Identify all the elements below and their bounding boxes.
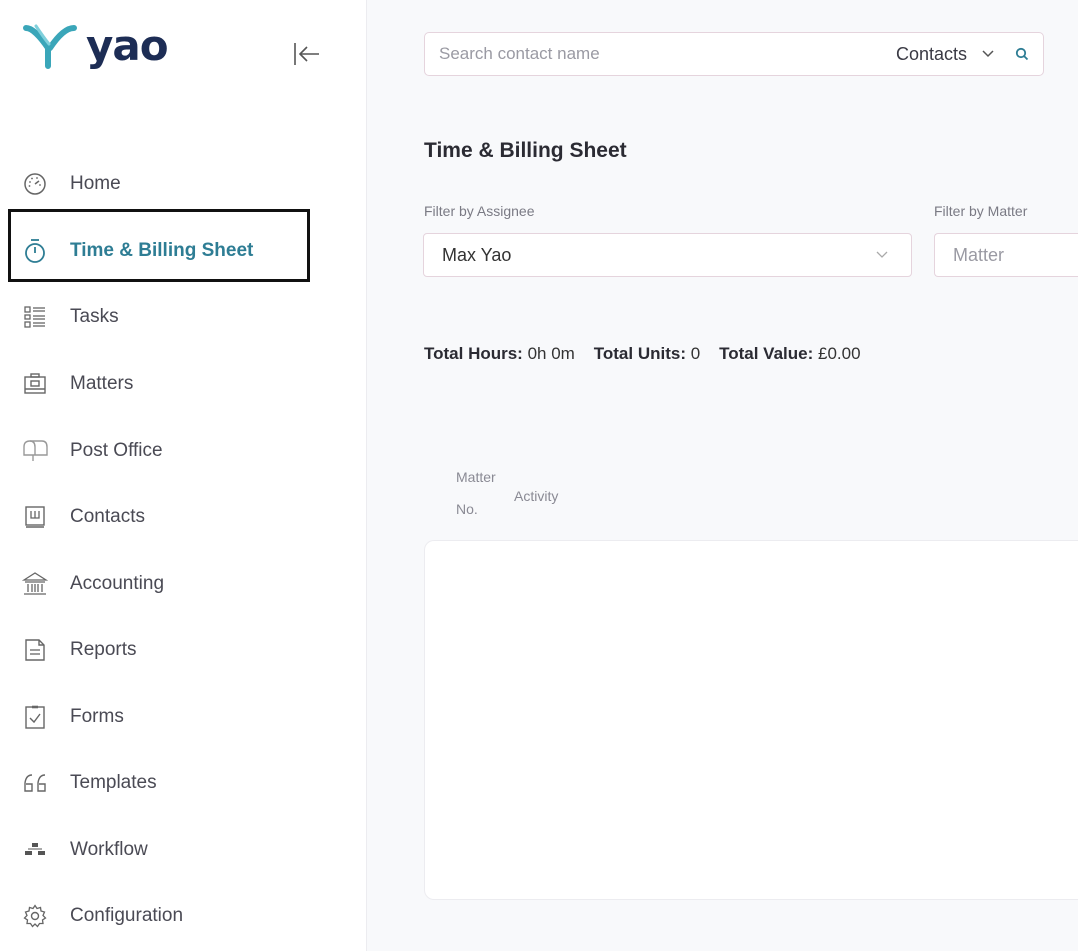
- sidebar-item-accounting[interactable]: Accounting: [22, 559, 312, 609]
- sidebar-item-reports[interactable]: Reports: [22, 625, 312, 675]
- task-list-icon: [22, 304, 48, 330]
- sidebar-item-label: Configuration: [70, 905, 184, 926]
- contact-book-icon: [22, 504, 48, 530]
- report-document-icon: [22, 637, 48, 663]
- collapse-arrow-icon: [294, 43, 319, 65]
- sidebar-item-workflow[interactable]: Workflow: [22, 825, 312, 875]
- column-header-matter-no[interactable]: Matter No.: [456, 466, 496, 521]
- search-input[interactable]: [437, 43, 871, 65]
- filter-matter-label: Filter by Matter: [934, 203, 1028, 219]
- total-hours-value: 0h 0m: [527, 344, 575, 363]
- sidebar-item-post-office[interactable]: Post Office: [22, 426, 312, 476]
- sidebar-item-label: Reports: [70, 639, 137, 660]
- chevron-down-icon: [982, 50, 994, 58]
- time-entries-table-body: [424, 540, 1078, 900]
- sidebar-item-label: Contacts: [70, 506, 145, 527]
- chevron-down-icon: [876, 251, 888, 258]
- total-units-label: Total Units:: [593, 344, 686, 363]
- sidebar-item-label: Workflow: [70, 839, 148, 860]
- search-button[interactable]: [1005, 47, 1039, 61]
- mailbox-icon: [22, 438, 48, 464]
- clipboard-check-icon: [22, 704, 48, 730]
- sidebar-item-label: Time & Billing Sheet: [70, 240, 254, 261]
- total-units-value: 0: [690, 344, 701, 363]
- dashboard-gauge-icon: [22, 171, 48, 197]
- totals-summary: Total Hours: 0h 0m Total Units: 0 Total …: [424, 344, 861, 364]
- assignee-select[interactable]: Max Yao: [423, 233, 912, 277]
- sidebar-item-tasks[interactable]: Tasks: [22, 292, 312, 342]
- search-bar: Contacts: [424, 32, 1044, 76]
- column-header-activity[interactable]: Activity: [514, 485, 558, 507]
- total-value-label: Total Value:: [719, 344, 814, 363]
- assignee-select-value: Max Yao: [442, 244, 512, 265]
- main-content: Contacts Time & Billing Sheet Filter by …: [367, 0, 1078, 951]
- sidebar-item-label: Forms: [70, 706, 124, 727]
- total-hours-label: Total Hours:: [424, 344, 523, 363]
- sidebar-item-label: Accounting: [70, 573, 165, 594]
- workflow-icon: [22, 837, 48, 863]
- matter-select[interactable]: Matter: [934, 233, 1078, 277]
- total-value-value: £0.00: [817, 344, 861, 363]
- sidebar-item-label: Templates: [70, 772, 157, 793]
- sidebar-item-contacts[interactable]: Contacts: [22, 492, 312, 542]
- sidebar-item-time-billing[interactable]: Time & Billing Sheet: [22, 226, 312, 276]
- sidebar-item-home[interactable]: Home: [22, 159, 312, 209]
- sidebar-item-label: Tasks: [70, 306, 119, 327]
- search-scope-label: Contacts: [895, 43, 967, 64]
- sidebar-item-configuration[interactable]: Configuration: [22, 891, 312, 941]
- sidebar-item-matters[interactable]: Matters: [22, 359, 312, 409]
- search-scope-select[interactable]: Contacts: [896, 44, 995, 65]
- sidebar: yao Home Time & Billing Sheet Tasks Matt…: [0, 0, 367, 951]
- yao-logo-mark-icon: [23, 24, 77, 69]
- column-header-matter-line2: No.: [456, 501, 478, 518]
- collapse-sidebar-button[interactable]: [290, 40, 322, 68]
- matter-select-placeholder: Matter: [953, 244, 1005, 265]
- sidebar-item-label: Matters: [70, 373, 134, 394]
- quote-icon: [22, 770, 48, 796]
- sidebar-item-templates[interactable]: Templates: [22, 758, 312, 808]
- stopwatch-icon: [22, 238, 48, 264]
- bank-icon: [22, 571, 48, 597]
- sidebar-item-label: Home: [70, 173, 121, 194]
- sidebar-item-label: Post Office: [70, 440, 163, 461]
- page-title: Time & Billing Sheet: [424, 139, 627, 162]
- logo-text: yao: [86, 21, 169, 70]
- column-header-matter-line1: Matter: [456, 469, 496, 485]
- sidebar-item-forms[interactable]: Forms: [22, 692, 312, 742]
- filter-assignee-label: Filter by Assignee: [424, 203, 535, 219]
- briefcase-icon: [22, 371, 48, 397]
- search-icon: [1015, 47, 1029, 61]
- gear-icon: [22, 903, 48, 929]
- yao-logo[interactable]: yao: [22, 21, 169, 70]
